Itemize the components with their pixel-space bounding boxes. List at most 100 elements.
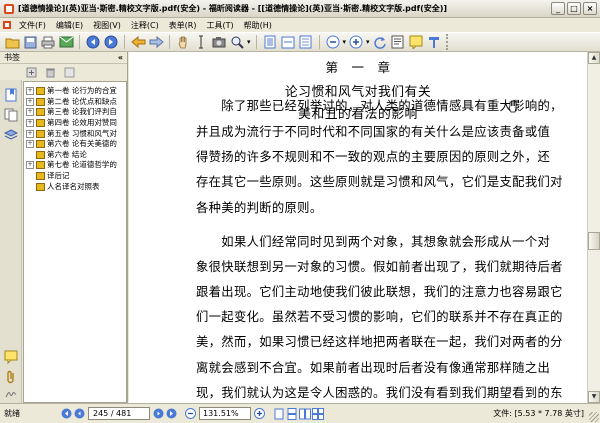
vertical-scrollbar[interactable]: ▲ ▼ [587, 52, 600, 403]
actual-size-icon [299, 35, 312, 49]
facing-view-button[interactable] [298, 407, 311, 420]
zoom-level-field[interactable]: 131.51% [199, 407, 251, 420]
body-text-line: 得赞扬的许多不规则和不一致的观点的主要原因的原则之外，还 [196, 150, 551, 164]
expand-toggle-icon[interactable]: + [26, 87, 34, 96]
menu-file[interactable]: 文件(F) [14, 20, 51, 31]
sidebar-collapse-button[interactable]: « [118, 53, 123, 62]
typewriter-button[interactable] [426, 34, 442, 50]
expand-toggle-icon[interactable]: + [26, 161, 34, 170]
bookmark-item[interactable]: + 第三卷 论我们评判自 [24, 107, 126, 118]
delete-bookmark-icon[interactable] [45, 67, 56, 78]
resize-grip[interactable] [589, 412, 599, 422]
last-page-button[interactable] [103, 34, 119, 50]
note-button[interactable] [408, 34, 424, 50]
bookmark-options-icon[interactable] [64, 67, 75, 78]
bookmark-icon [36, 161, 45, 170]
bookmark-item[interactable]: + 第二卷 论优点和缺点 [24, 97, 126, 108]
page-number-field[interactable]: 245 / 481 [88, 407, 150, 420]
prev-page-nav-button[interactable] [73, 407, 86, 420]
toolbar-separator [255, 35, 257, 49]
layers-panel-icon[interactable] [4, 128, 18, 142]
sidebar-header: 书签 « [0, 52, 127, 64]
zoom-in-dropdown-arrow[interactable]: ▾ [366, 38, 370, 46]
menu-tools[interactable]: 工具(T) [202, 20, 239, 31]
hand-tool-icon [178, 36, 186, 49]
actual-size-button[interactable] [298, 34, 314, 50]
comments-panel-icon[interactable] [4, 350, 18, 364]
menu-view[interactable]: 视图(V) [88, 20, 126, 31]
expand-toggle-icon[interactable]: + [26, 129, 34, 138]
single-page-view-button[interactable] [272, 407, 285, 420]
text-viewer-button[interactable] [390, 34, 406, 50]
maximize-button[interactable]: □ [567, 2, 581, 15]
zoom-out-dropdown-arrow[interactable]: ▾ [343, 38, 347, 46]
bookmark-label: 第三卷 论我们评判自 [47, 107, 117, 117]
prev-view-button[interactable] [130, 34, 146, 50]
expand-toggle-icon[interactable]: + [26, 97, 34, 106]
zoom-dropdown-arrow[interactable]: ▾ [247, 38, 251, 46]
expand-toggle-icon[interactable]: + [26, 119, 34, 128]
bookmark-item[interactable]: + 第一卷 论行为的合宜 [24, 86, 126, 97]
zoom-out-status-button[interactable] [184, 407, 197, 420]
body-text-line: 们一起变化。虽然若不受习惯的影响，它们的联系并不存在真正的 [196, 310, 563, 324]
zoom-in-icon [349, 35, 363, 49]
menu-help[interactable]: 帮助(H) [239, 20, 277, 31]
email-button[interactable] [58, 34, 74, 50]
expand-bookmark-icon[interactable] [26, 67, 37, 78]
continuous-facing-view-button[interactable] [311, 407, 324, 420]
prev-page-nav-icon [74, 408, 85, 419]
save-button[interactable] [22, 34, 38, 50]
document-view[interactable]: 第 一 章 论习惯和风气对我们有关 美和丑的看法的影响 除了那些已经列举过的，对… [129, 52, 587, 403]
first-page-button[interactable] [85, 34, 101, 50]
attachments-panel-icon[interactable] [4, 370, 18, 384]
scroll-thumb[interactable] [588, 232, 600, 250]
rotate-button[interactable] [372, 34, 388, 50]
last-page-nav-button[interactable] [165, 407, 178, 420]
select-text-button[interactable] [193, 34, 209, 50]
hand-tool-button[interactable] [175, 34, 191, 50]
select-text-icon [199, 35, 203, 49]
print-button[interactable] [40, 34, 56, 50]
menu-comment[interactable]: 注释(C) [126, 20, 164, 31]
bookmark-item[interactable]: 第六卷 结论 [24, 150, 126, 161]
open-folder-icon [5, 38, 19, 48]
bookmark-item[interactable]: 译后记 [24, 171, 126, 182]
expand-toggle-icon[interactable]: + [26, 140, 34, 149]
first-page-nav-icon [61, 408, 72, 419]
bookmark-label: 第一卷 论行为的合宜 [47, 86, 117, 96]
next-view-button[interactable] [148, 34, 164, 50]
expand-toggle-icon[interactable]: + [26, 108, 34, 117]
next-page-nav-button[interactable] [152, 407, 165, 420]
scroll-down-button[interactable]: ▼ [588, 391, 600, 403]
open-button[interactable] [4, 34, 20, 50]
zoom-tool-button[interactable] [229, 34, 245, 50]
menu-form[interactable]: 表单(R) [164, 20, 202, 31]
continuous-view-button[interactable] [285, 407, 298, 420]
fit-page-icon [264, 35, 276, 49]
sidebar-title: 书签 [4, 53, 20, 62]
bookmark-label: 第五卷 习惯和风气对 [47, 128, 117, 138]
bookmarks-panel-icon[interactable] [4, 88, 18, 102]
scroll-up-button[interactable]: ▲ [588, 52, 600, 64]
bookmark-item[interactable]: + 第六卷 论有关美德的 [24, 139, 126, 150]
zoom-in-status-button[interactable] [253, 407, 266, 420]
zoom-in-button[interactable] [348, 34, 364, 50]
doc-menu-icon[interactable] [2, 20, 12, 30]
fit-page-button[interactable] [262, 34, 278, 50]
snapshot-button[interactable] [211, 34, 227, 50]
close-button[interactable]: × [583, 2, 597, 15]
body-text-line: 如果人们经常同时见到两个对象，其想象就会形成从一个对 [196, 235, 551, 249]
zoom-out-button[interactable] [325, 34, 341, 50]
print-icon [41, 36, 55, 48]
menu-edit[interactable]: 编辑(E) [51, 20, 88, 31]
bookmark-item[interactable]: + 第四卷 论效用对赞同 [24, 118, 126, 129]
signatures-panel-icon[interactable] [4, 386, 18, 400]
bookmark-item[interactable]: + 第七卷 论道德哲学的 [24, 160, 126, 171]
toolbar-grip[interactable] [445, 34, 452, 50]
bookmark-item[interactable]: + 第五卷 习惯和风气对 [24, 128, 126, 139]
bookmark-item[interactable]: 人名译名对照表 [24, 181, 126, 192]
minimize-button[interactable]: _ [551, 2, 565, 15]
first-page-nav-button[interactable] [60, 407, 73, 420]
fit-width-button[interactable] [280, 34, 296, 50]
pages-panel-icon[interactable] [4, 108, 18, 122]
